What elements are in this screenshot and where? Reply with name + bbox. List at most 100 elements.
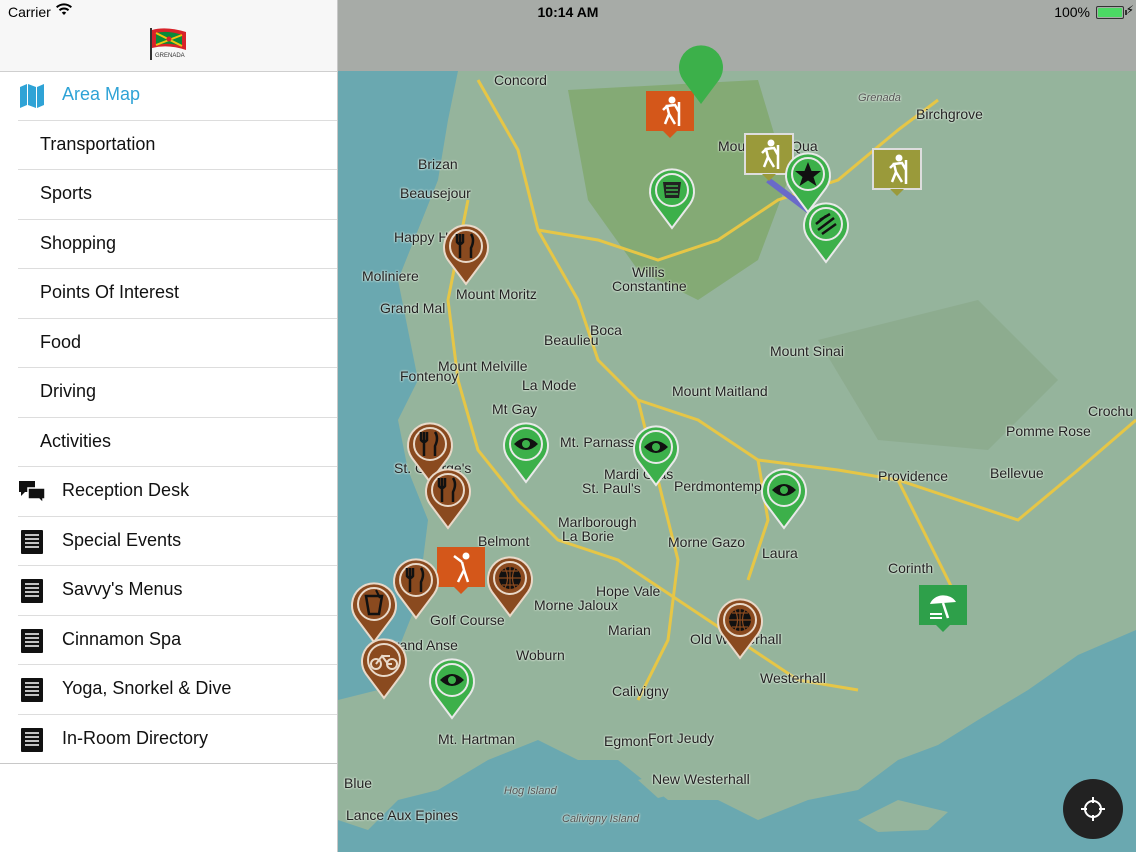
menu-item-shopping[interactable]: Shopping [0,220,337,269]
sightseeing-pin[interactable] [500,420,552,484]
logo-text: GRENADA [155,53,185,59]
place-label: New Westerhall [652,771,750,787]
place-label: Perdmontemps [674,478,769,494]
shopping-pin[interactable] [484,554,536,618]
document-icon [19,578,45,604]
place-label: Mt Gay [492,401,538,417]
menu-item-driving[interactable]: Driving [0,368,337,418]
area-map[interactable]: Concord Grenada Birchgrove Mount Qua Qua… [338,0,1136,852]
menu-item-reception-desk[interactable]: Reception Desk [0,467,337,517]
falls-pin[interactable] [800,200,852,264]
place-label: Calivigny [612,683,669,699]
place-label: Bellevue [990,465,1044,481]
menu-item-savvys-menus[interactable]: Savvy's Menus [0,566,337,616]
menu-item-label: Sports [40,183,93,203]
menu-item-label: Yoga, Snorkel & Dive [62,678,232,698]
menu-item-label: Transportation [40,133,156,154]
waterfall-pin[interactable] [646,166,698,230]
document-icon [19,628,45,654]
menu-list: Area Map Transportation Sports Shopping … [0,71,337,764]
grenada-logo: GRENADA [146,26,190,62]
place-label: Moliniere [362,268,419,284]
place-label: Birchgrove [916,106,983,122]
restaurant-pin[interactable] [422,466,474,530]
menu-item-label: Food [40,331,82,352]
place-label: Mt. Hartman [438,731,516,747]
cycling-pin[interactable] [358,636,410,700]
bar-pin[interactable] [348,580,400,644]
place-label: Morne Jaloux [534,597,619,613]
menu-item-label: Driving [40,381,97,401]
document-icon [19,677,45,703]
menu-item-food[interactable]: Food [0,319,337,368]
charging-icon: ⚡ [1125,3,1134,17]
place-label: Mount Melville [438,358,528,374]
place-label: Hog Island [504,785,557,797]
side-menu: GRENADA Area Map Transportation Sports S… [0,0,338,852]
sightseeing-pin[interactable] [758,466,810,530]
place-label: La Mode [522,377,577,393]
menu-item-label: Special Events [62,529,182,550]
place-label: Constantine [612,278,687,294]
battery-percent: 100% [1054,4,1090,20]
battery-icon [1096,6,1127,19]
menu-item-in-room-directory[interactable]: In-Room Directory [0,715,337,764]
menu-item-label: Points Of Interest [40,282,180,302]
place-label: Lance Aux Epines [346,807,459,823]
place-label: Crochu [1088,403,1134,419]
place-label: Marian [608,622,651,638]
place-label: Brizan [418,156,458,172]
menu-item-special-events[interactable]: Special Events [0,517,337,566]
menu-item-area-map[interactable]: Area Map [0,71,337,121]
place-label: La Borie [562,528,615,544]
sightseeing-pin[interactable] [630,423,682,487]
place-label: Providence [878,468,949,484]
menu-item-label: In-Room Directory [62,727,209,748]
menu-item-label: Cinnamon Spa [62,628,182,649]
place-label: Concord [494,72,547,88]
place-label: Fort Jeudy [648,730,715,746]
menu-item-transportation[interactable]: Transportation [0,121,337,170]
menu-item-label: Area Map [62,84,141,104]
menu-item-cinnamon-spa[interactable]: Cinnamon Spa [0,616,337,665]
shopping-pin[interactable] [714,596,766,660]
place-label: Morne Gazo [668,534,746,550]
beach-marker[interactable] [918,584,968,632]
menu-item-points-of-interest[interactable]: Points Of Interest [0,269,337,319]
document-icon [19,529,45,555]
place-label: Blue [344,775,373,791]
place-label: Grand Mal [380,300,446,316]
sightseeing-pin[interactable] [426,656,478,720]
menu-item-label: Activities [40,430,112,451]
restaurant-pin[interactable] [440,222,492,286]
place-label: Laura [762,545,798,561]
chat-icon [19,479,46,505]
golf-marker[interactable] [436,546,486,594]
place-label: Woburn [516,647,565,663]
place-label: Beausejour [400,185,471,201]
place-label: Calivigny Island [562,813,640,825]
status-bar: Carrier 10:14 AM 100% ⚡ [0,0,1136,24]
place-label: Mount Moritz [456,286,537,302]
attraction-pin[interactable] [675,42,727,106]
map-icon [19,83,45,109]
place-label: Egmont [604,733,653,749]
menu-item-sports[interactable]: Sports [0,170,337,220]
place-label: Beaulieu [544,332,599,348]
place-label: Westerhall [760,670,826,686]
document-icon [19,727,45,753]
clock: 10:14 AM [537,4,599,20]
menu-item-label: Shopping [40,232,117,253]
menu-item-yoga-snorkel-dive[interactable]: Yoga, Snorkel & Dive [0,665,337,715]
hiking-marker[interactable] [872,148,922,196]
place-label: Mount Maitland [672,383,768,399]
menu-item-label: Reception Desk [62,480,190,500]
crosshair-icon [1081,797,1105,821]
place-label: Mount Sinai [770,343,844,359]
place-label: Pomme Rose [1006,423,1091,439]
menu-item-label: Savvy's Menus [62,579,183,599]
place-label: Grenada [858,92,901,104]
place-label: Corinth [888,560,934,576]
menu-item-activities[interactable]: Activities [0,418,337,467]
locate-me-button[interactable] [1063,779,1123,839]
